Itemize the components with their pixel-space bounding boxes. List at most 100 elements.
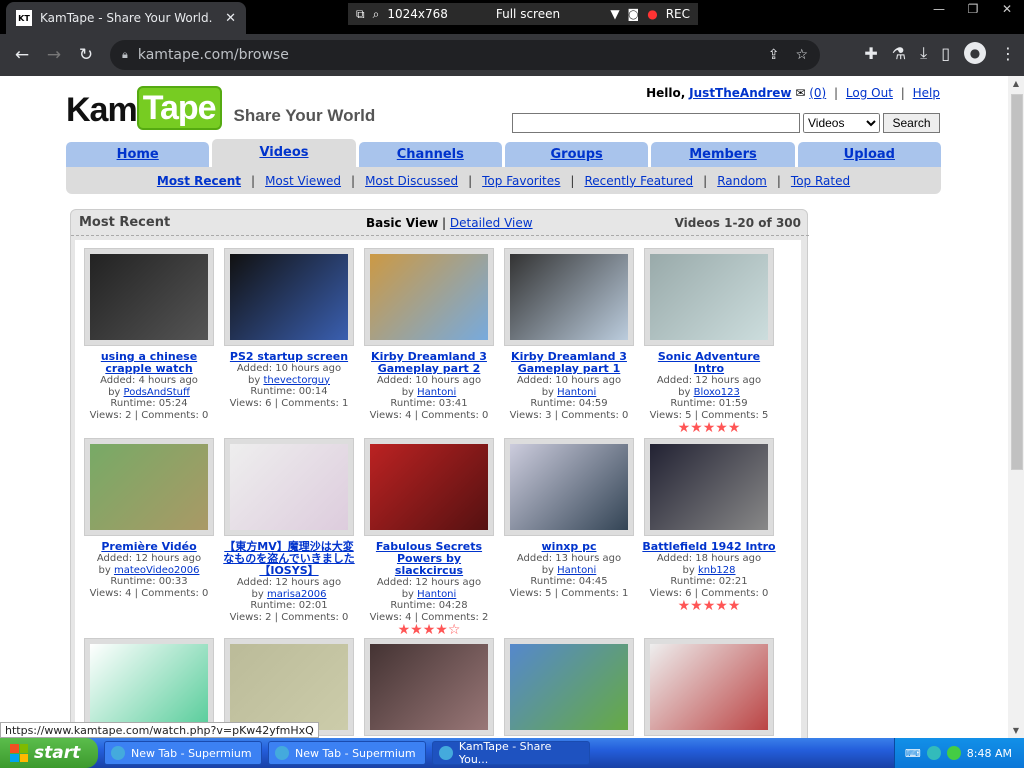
- thumbnail-image[interactable]: [510, 644, 628, 730]
- thumbnail-image[interactable]: [650, 644, 768, 730]
- thumbnail-image[interactable]: [510, 444, 628, 530]
- uploader-link[interactable]: Hantoni: [417, 387, 456, 398]
- video-title-link[interactable]: Première Vidéo: [81, 541, 217, 553]
- video-title-link[interactable]: PS2 startup screen: [221, 351, 357, 363]
- video-thumbnail[interactable]: [504, 438, 634, 536]
- window-icon[interactable]: ⧉: [356, 7, 365, 22]
- uploader-link[interactable]: Bloxo123: [694, 387, 740, 398]
- keyboard-icon[interactable]: ⌨: [905, 747, 921, 760]
- thumbnail-image[interactable]: [650, 254, 768, 340]
- video-title-link[interactable]: Battlefield 1942 Intro: [641, 541, 777, 553]
- detailed-view-link[interactable]: Detailed View: [450, 216, 533, 230]
- share-icon[interactable]: ⇪: [768, 47, 780, 63]
- chrome-tray-icon[interactable]: [946, 746, 961, 760]
- video-title-link[interactable]: 【東方MV】魔理沙は大変なものを盗んでいきました【IOSYS】: [221, 541, 357, 577]
- video-thumbnail[interactable]: [364, 438, 494, 536]
- tab-members[interactable]: Members: [651, 142, 795, 167]
- reload-icon[interactable]: ↻: [70, 45, 102, 65]
- thumbnail-image[interactable]: [90, 444, 208, 530]
- thumbnail-image[interactable]: [230, 254, 348, 340]
- chevron-down-icon[interactable]: ▼: [610, 7, 619, 21]
- tab-groups[interactable]: Groups: [504, 142, 649, 167]
- scrollbar-thumb[interactable]: [1011, 94, 1023, 470]
- subnav-random[interactable]: Random: [717, 174, 767, 188]
- thumbnail-image[interactable]: [650, 444, 768, 530]
- profile-avatar-icon[interactable]: ●: [964, 42, 986, 64]
- video-thumbnail[interactable]: [364, 248, 494, 346]
- magnifier-icon[interactable]: ⌕: [373, 7, 380, 22]
- username-link[interactable]: JustTheAndrew: [689, 86, 791, 100]
- menu-dots-icon[interactable]: ⋮: [1000, 44, 1016, 63]
- video-thumbnail[interactable]: [224, 438, 354, 536]
- logout-link[interactable]: Log Out: [846, 86, 893, 100]
- video-title-link[interactable]: Fabulous Secrets Powers by slackcircus: [361, 541, 497, 577]
- search-input[interactable]: [512, 113, 800, 133]
- capture-resolution[interactable]: 1024x768: [387, 7, 448, 21]
- subnav-most-viewed[interactable]: Most Viewed: [265, 174, 341, 188]
- bookmark-star-icon[interactable]: ☆: [795, 47, 808, 63]
- taskbar-item-3[interactable]: KamTape - Share You...: [432, 740, 590, 766]
- uploader-link[interactable]: marisa2006: [267, 589, 327, 600]
- taskbar-item-1[interactable]: New Tab - Supermium: [104, 741, 262, 765]
- url-text[interactable]: kamtape.com/browse: [138, 47, 289, 63]
- clock[interactable]: 8:48 AM: [967, 747, 1012, 760]
- scroll-down-icon[interactable]: ▼: [1008, 726, 1024, 735]
- thumbnail-image[interactable]: [90, 254, 208, 340]
- uploader-link[interactable]: PodsAndStuff: [124, 387, 190, 398]
- video-thumbnail[interactable]: [84, 248, 214, 346]
- uploader-link[interactable]: Hantoni: [557, 387, 596, 398]
- taskbar-item-2[interactable]: New Tab - Supermium: [268, 741, 426, 765]
- subnav-recently-featured[interactable]: Recently Featured: [584, 174, 693, 188]
- video-title-link[interactable]: using a chinese crapple watch: [81, 351, 217, 375]
- thumbnail-image[interactable]: [510, 254, 628, 340]
- thumbnail-image[interactable]: [370, 254, 488, 340]
- mail-icon[interactable]: ✉: [795, 86, 805, 100]
- video-title-link[interactable]: Kirby Dreamland 3 Gameplay part 1: [501, 351, 637, 375]
- record-label[interactable]: REC: [666, 7, 690, 21]
- thumbnail-image[interactable]: [90, 644, 208, 730]
- help-link[interactable]: Help: [913, 86, 940, 100]
- uploader-link[interactable]: Hantoni: [557, 565, 596, 576]
- sidebar-icon[interactable]: ▯: [941, 44, 950, 63]
- tab-videos[interactable]: Videos: [212, 139, 356, 167]
- video-thumbnail[interactable]: [504, 248, 634, 346]
- tab-upload[interactable]: Upload: [797, 142, 941, 167]
- subnav-top-favorites[interactable]: Top Favorites: [482, 174, 560, 188]
- video-thumbnail[interactable]: [644, 438, 774, 536]
- video-title-link[interactable]: winxp pc: [501, 541, 637, 553]
- start-button[interactable]: start: [0, 738, 98, 768]
- uploader-link[interactable]: knb128: [698, 565, 736, 576]
- scroll-up-icon[interactable]: ▲: [1008, 79, 1024, 88]
- lock-icon[interactable]: 🔒︎: [122, 48, 128, 62]
- capture-mode[interactable]: Full screen: [496, 7, 560, 21]
- browser-tab[interactable]: KT KamTape - Share Your World. ✕: [6, 2, 246, 34]
- video-thumbnail[interactable]: [364, 638, 494, 736]
- close-tab-icon[interactable]: ✕: [225, 11, 236, 26]
- subnav-most-discussed[interactable]: Most Discussed: [365, 174, 458, 188]
- search-category-select[interactable]: Videos: [803, 113, 880, 133]
- video-thumbnail[interactable]: [644, 638, 774, 736]
- uploader-link[interactable]: mateoVideo2006: [114, 565, 200, 576]
- flask-icon[interactable]: ⚗: [892, 44, 906, 63]
- video-thumbnail[interactable]: [84, 438, 214, 536]
- tab-home[interactable]: Home: [66, 142, 210, 167]
- inbox-count-link[interactable]: (0): [809, 86, 826, 100]
- thumbnail-image[interactable]: [230, 644, 348, 730]
- puzzle-extension-icon[interactable]: ✚: [864, 44, 877, 63]
- back-arrow-icon[interactable]: ←: [6, 45, 38, 65]
- video-title-link[interactable]: Sonic Adventure Intro: [641, 351, 777, 375]
- video-thumbnail[interactable]: [644, 248, 774, 346]
- video-title-link[interactable]: Kirby Dreamland 3 Gameplay part 2: [361, 351, 497, 375]
- tab-channels[interactable]: Channels: [358, 142, 502, 167]
- kamtape-logo[interactable]: Kam Tape Share Your World: [66, 86, 375, 130]
- thumbnail-image[interactable]: [370, 644, 488, 730]
- subnav-top-rated[interactable]: Top Rated: [791, 174, 850, 188]
- uploader-link[interactable]: thevectorguy: [263, 375, 330, 386]
- thumbnail-image[interactable]: [370, 444, 488, 530]
- restore-icon[interactable]: ❐: [956, 0, 990, 18]
- page-scrollbar[interactable]: ▲ ▼: [1008, 76, 1024, 738]
- forward-arrow-icon[interactable]: →: [38, 45, 70, 65]
- close-window-icon[interactable]: ✕: [990, 0, 1024, 18]
- video-thumbnail[interactable]: [224, 248, 354, 346]
- minimize-icon[interactable]: —: [922, 0, 956, 18]
